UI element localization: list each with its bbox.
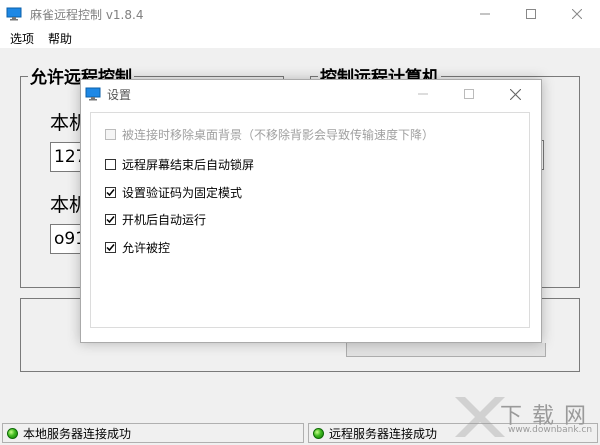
maximize-icon	[464, 89, 474, 99]
option-fixed-code[interactable]: 设置验证码为固定模式	[105, 183, 242, 201]
maximize-button[interactable]	[508, 0, 554, 28]
monitor-icon	[85, 87, 101, 101]
dialog-maximize-button[interactable]	[446, 80, 492, 108]
title-bar[interactable]: 麻雀远程控制 v1.8.4	[0, 0, 600, 28]
watermark-url: www.downbank.cn	[508, 425, 593, 435]
checkbox[interactable]	[105, 186, 116, 198]
local-status-panel: 本地服务器连接成功	[2, 423, 304, 443]
option-label: 允许被控	[122, 240, 171, 255]
dialog-close-button[interactable]	[492, 80, 538, 108]
window-title: 麻雀远程控制 v1.8.4	[30, 8, 144, 22]
menu-bar	[0, 28, 600, 48]
local-status-icon	[7, 427, 18, 439]
close-button[interactable]	[554, 0, 600, 28]
close-icon	[509, 88, 521, 100]
dialog-title: 设置	[107, 88, 132, 102]
option-label: 设置验证码为固定模式	[122, 185, 243, 200]
checkbox[interactable]	[105, 128, 116, 140]
checkbox[interactable]	[105, 241, 116, 253]
minimize-icon	[418, 93, 428, 95]
minimize-button[interactable]	[462, 0, 508, 28]
check-icon	[106, 188, 115, 196]
remote-status-icon	[313, 427, 324, 439]
minimize-icon	[480, 13, 490, 15]
settings-dialog: 设置 被连接时移除桌面背景（不移除背影会导致传输速度下降） 远程屏幕结束后自动锁…	[80, 79, 542, 343]
menu-options[interactable]: 选项	[10, 30, 34, 47]
option-label: 被连接时移除桌面背景（不移除背影会导致传输速度下降）	[122, 127, 435, 142]
close-icon	[572, 9, 582, 19]
maximize-icon	[526, 9, 536, 19]
connect-button[interactable]	[346, 343, 546, 357]
option-auto-lock[interactable]: 远程屏幕结束后自动锁屏	[105, 155, 254, 173]
checkbox[interactable]	[105, 158, 116, 170]
remote-status-text: 远程服务器连接成功	[329, 426, 438, 441]
option-autostart[interactable]: 开机后自动运行	[105, 210, 206, 228]
check-icon	[106, 215, 115, 223]
option-label: 远程屏幕结束后自动锁屏	[122, 157, 255, 172]
checkbox[interactable]	[105, 213, 116, 225]
menu-help[interactable]: 帮助	[48, 30, 72, 47]
dialog-minimize-button[interactable]	[400, 80, 446, 108]
local-status-text: 本地服务器连接成功	[23, 426, 132, 441]
option-allow-control[interactable]: 允许被控	[105, 238, 170, 256]
check-icon	[106, 243, 115, 251]
option-label: 开机后自动运行	[122, 212, 207, 227]
monitor-icon	[6, 7, 22, 21]
option-remove-wallpaper[interactable]: 被连接时移除桌面背景（不移除背影会导致传输速度下降）	[105, 125, 434, 143]
